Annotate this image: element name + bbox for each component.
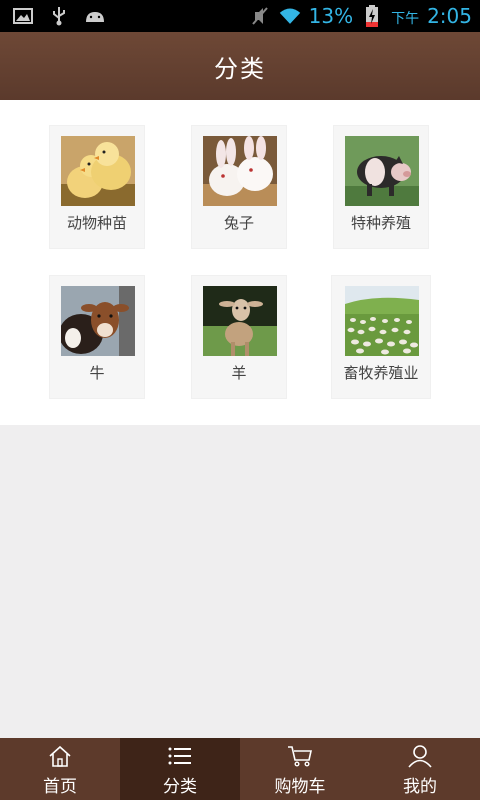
wifi-icon	[279, 6, 301, 26]
pig-photo	[345, 136, 419, 206]
category-item-animal-seedlings[interactable]: 动物种苗	[49, 125, 145, 249]
category-item-special-breeding[interactable]: 特种养殖	[333, 125, 429, 249]
category-item-livestock[interactable]: 畜牧养殖业	[331, 275, 431, 399]
category-grid: 动物种苗 兔子 特种养殖 牛 羊 畜牧养殖业	[0, 100, 480, 425]
battery-charging-icon	[361, 5, 383, 27]
nav-home[interactable]: 首页	[0, 738, 120, 800]
nav-profile[interactable]: 我的	[360, 738, 480, 800]
sheep-pasture-photo	[345, 286, 419, 356]
app-header: 分类	[0, 32, 480, 100]
category-label: 畜牧养殖业	[343, 364, 419, 382]
mute-icon	[249, 6, 271, 26]
nav-label: 首页	[43, 777, 77, 797]
gallery-icon	[12, 6, 34, 26]
category-item-rabbits[interactable]: 兔子	[191, 125, 287, 249]
goat-photo	[203, 286, 277, 356]
category-item-sheep[interactable]: 羊	[191, 275, 287, 399]
nav-category[interactable]: 分类	[120, 738, 240, 800]
battery-percent: 13%	[308, 4, 354, 28]
category-label: 牛	[89, 364, 105, 382]
category-label: 羊	[231, 364, 247, 382]
category-label: 兔子	[223, 214, 254, 232]
category-label: 动物种苗	[66, 214, 127, 232]
page-title: 分类	[214, 54, 266, 83]
status-bar: 13% 下午 2:05	[0, 0, 480, 32]
user-icon	[408, 745, 432, 768]
category-label: 特种养殖	[350, 214, 411, 232]
bottom-navigation: 首页 分类 购物车 我的	[0, 738, 480, 800]
nav-label: 购物车	[274, 777, 326, 797]
list-icon	[168, 747, 191, 765]
usb-icon	[48, 6, 70, 26]
home-icon	[49, 745, 71, 767]
category-item-cattle[interactable]: 牛	[49, 275, 145, 399]
cow-photo	[61, 286, 135, 356]
nav-label: 分类	[163, 777, 197, 797]
android-debug-icon	[84, 6, 106, 26]
rabbits-photo	[203, 136, 277, 206]
cart-icon	[288, 746, 312, 767]
clock-ampm: 下午	[391, 11, 420, 27]
clock: 2:05	[427, 4, 472, 28]
chicks-photo	[61, 136, 135, 206]
nav-label: 我的	[403, 777, 437, 797]
nav-cart[interactable]: 购物车	[240, 738, 360, 800]
